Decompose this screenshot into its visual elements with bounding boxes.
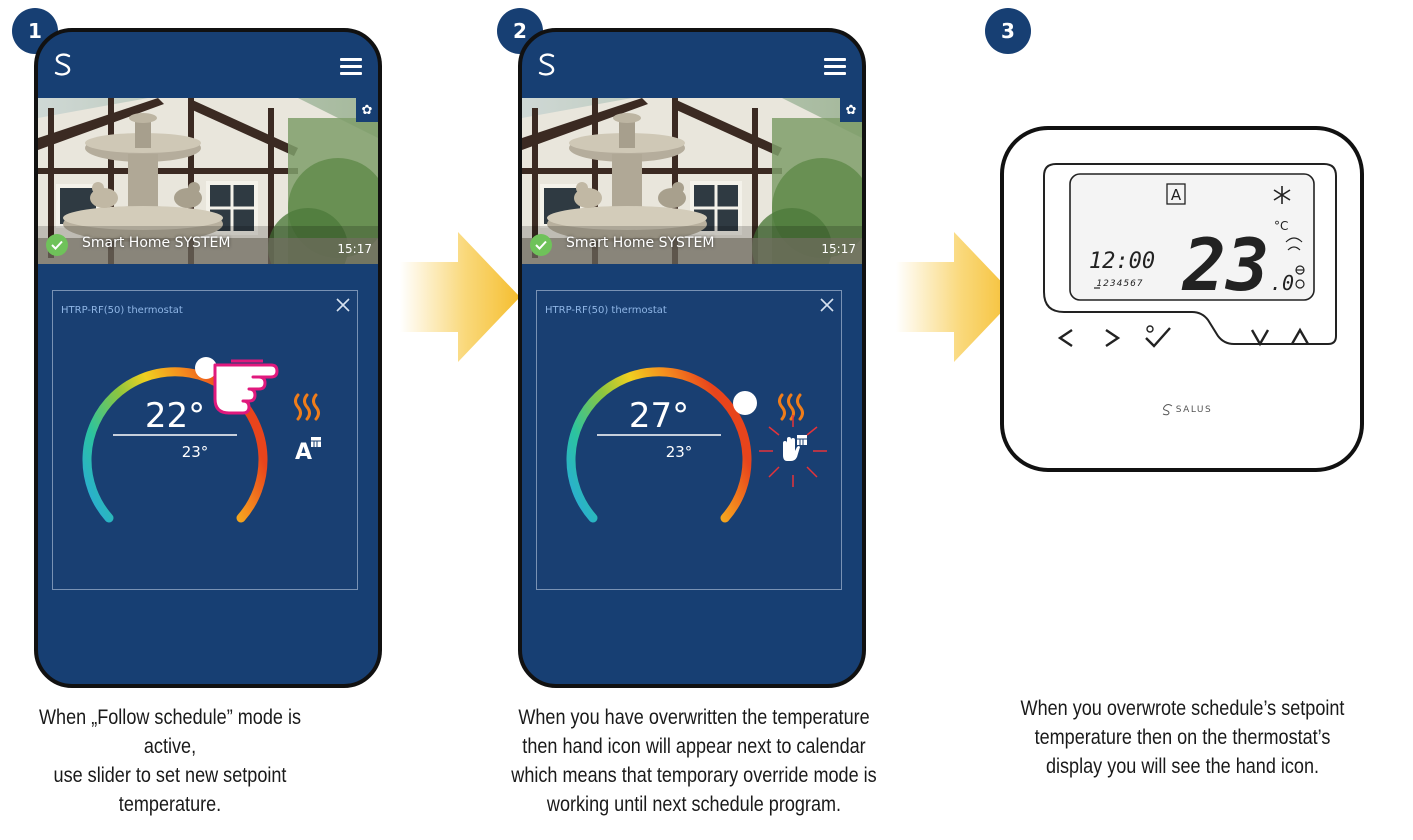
hamburger-menu-icon[interactable] — [824, 58, 846, 75]
current-temperature: 23° — [666, 443, 693, 461]
salus-brand-logo: SALUS — [1162, 404, 1212, 416]
online-check-icon — [46, 234, 68, 256]
down-button[interactable] — [1250, 329, 1270, 347]
step-1-caption: When „Follow schedule” mode is active, u… — [39, 706, 301, 816]
right-button[interactable] — [1105, 329, 1121, 347]
temperature-dial: 27° 23° — [566, 367, 827, 523]
thermostat-face: A 12:00 1234567 23 .0 °C SALUS — [1043, 163, 1337, 416]
system-name: Smart Home SYSTEM — [82, 235, 231, 251]
temperature-display: 23 — [1181, 223, 1270, 307]
step-2-caption: When you have overwritten the temperatur… — [511, 706, 877, 816]
temperature-unit: °C — [1274, 219, 1288, 233]
next-step-arrow — [400, 232, 520, 362]
settings-gear-icon[interactable]: ✿ — [840, 98, 862, 122]
system-time: 15:17 — [821, 242, 856, 256]
system-name: Smart Home SYSTEM — [566, 235, 715, 251]
thermostat-card: HTRP-RF(50) thermostat 27° 23° — [536, 290, 842, 590]
left-button[interactable] — [1057, 329, 1073, 347]
setpoint-temperature: 22° — [145, 396, 205, 436]
next-step-arrow — [896, 232, 1016, 362]
heating-waves-icon — [778, 393, 804, 421]
heating-waves-icon — [294, 393, 320, 421]
hamburger-menu-icon[interactable] — [340, 58, 362, 75]
system-time: 15:17 — [337, 242, 372, 256]
settings-gear-icon[interactable]: ✿ — [356, 98, 378, 122]
current-temperature: 23° — [182, 443, 209, 461]
auto-schedule-icon: A — [295, 437, 321, 465]
svg-text:A: A — [295, 440, 312, 465]
setpoint-temperature: 27° — [629, 396, 689, 436]
step-3-caption: When you overwrote schedule’s setpoint t… — [1020, 697, 1345, 778]
salus-logo-icon — [538, 53, 555, 76]
temperature-dial: 22° 23° A — [82, 357, 321, 523]
hand-override-icon — [783, 435, 807, 461]
step-3-badge: 3 — [985, 8, 1031, 54]
thermostat-device: A 12:00 1234567 23 .0 °C SALUS — [1000, 126, 1364, 472]
temperature-decimal: .0 — [1270, 271, 1294, 295]
up-button[interactable] — [1290, 327, 1310, 345]
thermostat-card: HTRP-RF(50) thermostat 22° 23° A — [52, 290, 358, 590]
phone-screen-step-1: ✿ Smart Home SYSTEM 15:17 HTRP-RF(50) th… — [34, 28, 382, 688]
clock-display: 12:00 — [1089, 249, 1155, 274]
slider-knob[interactable] — [733, 391, 757, 415]
svg-text:SALUS: SALUS — [1176, 405, 1212, 415]
touch-hand-icon — [213, 359, 279, 415]
schedule-mode-letter: A — [1171, 186, 1182, 204]
confirm-button[interactable] — [1145, 325, 1171, 348]
days-display: 1234567 — [1096, 279, 1143, 289]
phone-screen-step-2: ✿ Smart Home SYSTEM 15:17 HTRP-RF(50) th… — [518, 28, 866, 688]
salus-logo-icon — [54, 53, 71, 76]
online-check-icon — [530, 234, 552, 256]
